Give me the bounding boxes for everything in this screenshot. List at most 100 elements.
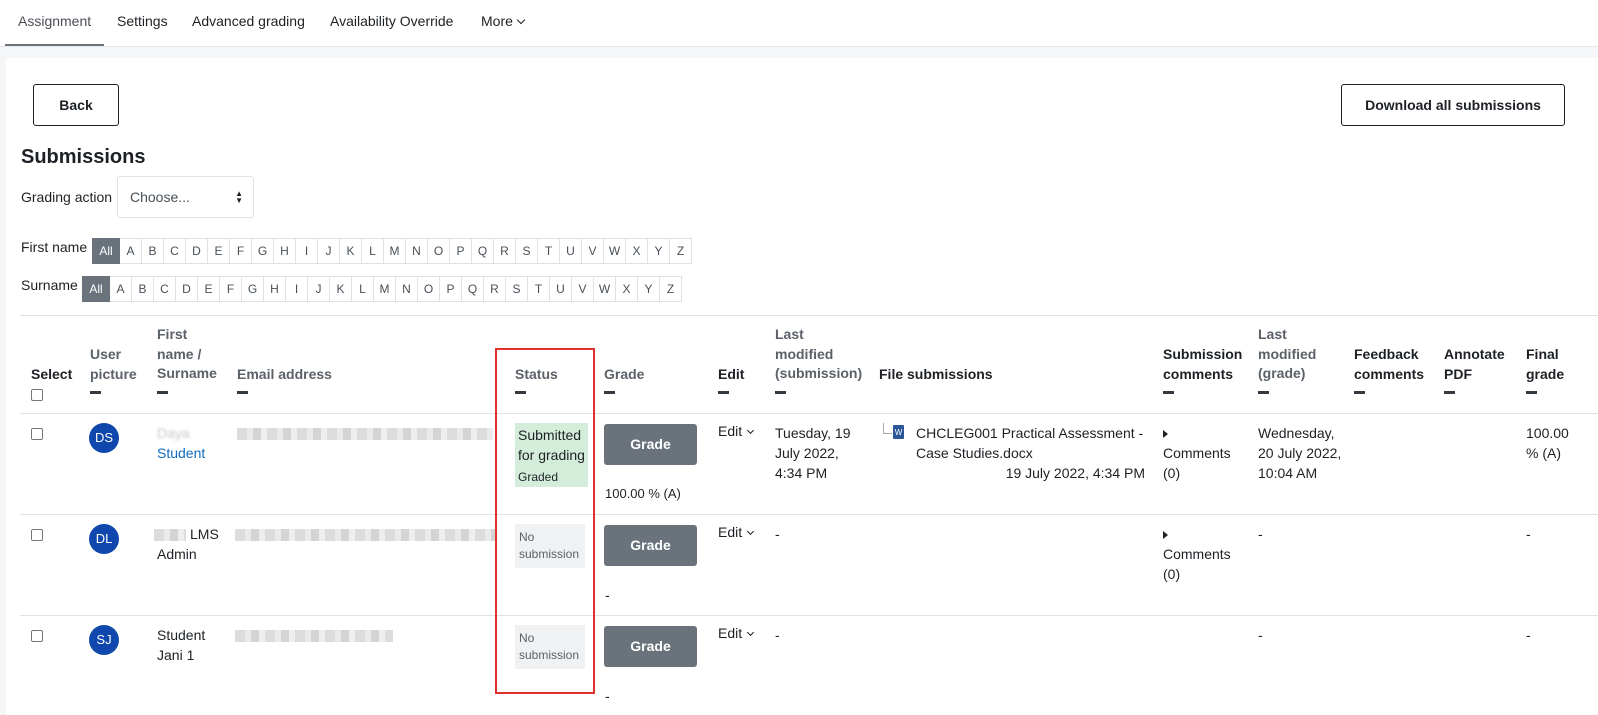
first-name-initial-j[interactable]: J [318,238,340,264]
first-name-initial-o[interactable]: O [428,238,450,264]
avatar[interactable]: DS [89,423,119,453]
first-name-initial-f[interactable]: F [230,238,252,264]
first-name-initial-i[interactable]: I [296,238,318,264]
file-link[interactable]: CHCLEG001 Practical Assessment - Case St… [916,423,1151,463]
collapse-column-icon[interactable] [604,391,615,394]
collapse-column-icon[interactable] [515,391,526,394]
surname-initial-x[interactable]: X [616,276,638,302]
avatar[interactable]: SJ [89,625,119,655]
first-name-initial-m[interactable]: M [384,238,406,264]
surname-initial-j[interactable]: J [308,276,330,302]
first-name-initial-z[interactable]: Z [670,238,692,264]
grade-button[interactable]: Grade [604,424,697,465]
surname-initial-n[interactable]: N [396,276,418,302]
surname-initial-z[interactable]: Z [660,276,682,302]
student-name[interactable]: LMS Admin [157,524,227,564]
surname-initial-f[interactable]: F [220,276,242,302]
grade-button[interactable]: Grade [604,626,697,667]
surname-initial-t[interactable]: T [528,276,550,302]
grade-button[interactable]: Grade [604,525,697,566]
column-header-name[interactable]: First name / Surname [157,325,227,394]
surname-initial-l[interactable]: L [352,276,374,302]
surname-initial-r[interactable]: R [484,276,506,302]
surname-initial-b[interactable]: B [132,276,154,302]
surname-initial-k[interactable]: K [330,276,352,302]
row-select-checkbox[interactable] [31,428,43,440]
student-name[interactable]: Student Jani 1 [157,625,227,665]
edit-menu[interactable]: Edit [718,423,755,439]
grading-action-select[interactable]: Choose... ▲ ▼ [117,176,254,218]
collapse-column-icon[interactable] [718,391,729,394]
collapse-column-icon[interactable] [1444,391,1455,394]
collapse-column-icon[interactable] [1354,391,1365,394]
first-name-initial-x[interactable]: X [626,238,648,264]
tab-more[interactable]: More [468,0,537,46]
collapse-column-icon[interactable] [237,391,248,394]
surname-initial-p[interactable]: P [440,276,462,302]
surname-initial-d[interactable]: D [176,276,198,302]
column-header-last-modified-submission[interactable]: Last modified (submission) [775,325,865,394]
column-header-grade[interactable]: Grade [604,364,644,394]
first-name-initial-h[interactable]: H [274,238,296,264]
tab-settings[interactable]: Settings [104,0,181,46]
edit-menu[interactable]: Edit [718,524,755,540]
first-name-initial-w[interactable]: W [604,238,626,264]
first-name-initial-q[interactable]: Q [472,238,494,264]
surname-initial-g[interactable]: G [242,276,264,302]
row-select-checkbox[interactable] [31,630,43,642]
collapse-column-icon[interactable] [1258,390,1269,394]
back-button[interactable]: Back [33,84,119,126]
surname-initial-u[interactable]: U [550,276,572,302]
first-name-initial-l[interactable]: L [362,238,384,264]
first-name-initial-y[interactable]: Y [648,238,670,264]
student-name[interactable]: Daya Student [157,423,205,463]
first-name-initial-r[interactable]: R [494,238,516,264]
first-name-initial-g[interactable]: G [252,238,274,264]
column-header-last-modified-grade[interactable]: Last modified (grade) [1258,325,1318,394]
column-header-status[interactable]: Status [515,364,558,394]
surname-initial-i[interactable]: I [286,276,308,302]
comments-link[interactable]: Comments (0) [1163,443,1235,483]
submission-comments[interactable]: Comments (0) [1163,423,1243,483]
tab-availability-override[interactable]: Availability Override [317,0,466,46]
collapse-column-icon[interactable] [1163,391,1174,394]
surname-initial-s[interactable]: S [506,276,528,302]
row-select-checkbox[interactable] [31,529,43,541]
first-name-initial-p[interactable]: P [450,238,472,264]
tab-advanced-grading[interactable]: Advanced grading [179,0,318,46]
first-name-initial-n[interactable]: N [406,238,428,264]
collapse-column-icon[interactable] [90,391,101,394]
first-name-initial-t[interactable]: T [538,238,560,264]
submission-comments[interactable]: Comments (0) [1163,524,1243,584]
surname-initial-w[interactable]: W [594,276,616,302]
first-name-initial-b[interactable]: B [142,238,164,264]
first-name-initial-u[interactable]: U [560,238,582,264]
first-name-initial-c[interactable]: C [164,238,186,264]
column-header-email[interactable]: Email address [237,364,332,394]
collapse-column-icon[interactable] [775,390,786,394]
surname-initial-a[interactable]: A [110,276,132,302]
first-name-initial-e[interactable]: E [208,238,230,264]
first-name-initial-a[interactable]: A [120,238,142,264]
surname-initial-y[interactable]: Y [638,276,660,302]
avatar[interactable]: DL [89,524,119,554]
surname-initial-c[interactable]: C [154,276,176,302]
first-name-initial-s[interactable]: S [516,238,538,264]
surname-initial-m[interactable]: M [374,276,396,302]
download-all-submissions-button[interactable]: Download all submissions [1341,84,1565,126]
surname-initial-o[interactable]: O [418,276,440,302]
surname-initial-v[interactable]: V [572,276,594,302]
collapse-column-icon[interactable] [157,390,168,394]
first-name-initial-k[interactable]: K [340,238,362,264]
collapse-column-icon[interactable] [1526,391,1537,394]
select-all-checkbox[interactable] [31,389,43,401]
surname-initial-h[interactable]: H [264,276,286,302]
first-name-initial-v[interactable]: V [582,238,604,264]
tab-assignment[interactable]: Assignment [5,0,104,46]
surname-initial-all[interactable]: All [82,276,110,302]
comments-link[interactable]: Comments (0) [1163,544,1235,584]
surname-initial-q[interactable]: Q [462,276,484,302]
surname-initial-e[interactable]: E [198,276,220,302]
column-header-user-picture[interactable]: User picture [90,345,145,394]
edit-menu[interactable]: Edit [718,625,755,641]
